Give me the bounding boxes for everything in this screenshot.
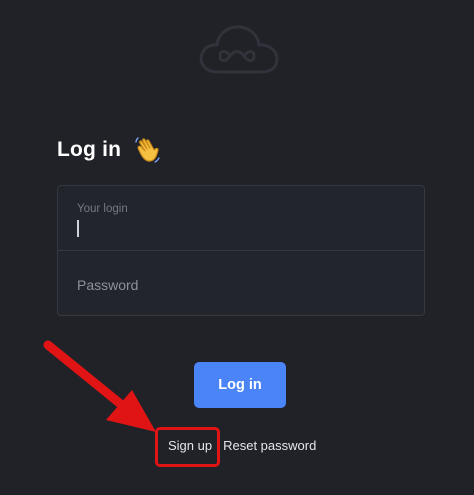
cloud-infinity-icon — [199, 25, 279, 74]
login-button[interactable]: Log in — [194, 362, 286, 408]
waving-hand-icon — [135, 137, 160, 163]
password-placeholder: Password — [77, 277, 139, 293]
text-caret — [77, 220, 79, 237]
login-page: Log in Your login Password Log in Sign u… — [0, 0, 474, 495]
login-field[interactable]: Your login — [58, 186, 424, 251]
login-placeholder: Your login — [77, 203, 128, 215]
login-heading: Log in — [57, 136, 161, 164]
page-title: Log in — [57, 138, 122, 161]
login-form: Your login Password — [57, 185, 425, 316]
reset-password-link[interactable]: Reset password — [223, 438, 316, 453]
password-field[interactable]: Password — [58, 251, 424, 316]
signup-highlight-box — [155, 427, 220, 467]
